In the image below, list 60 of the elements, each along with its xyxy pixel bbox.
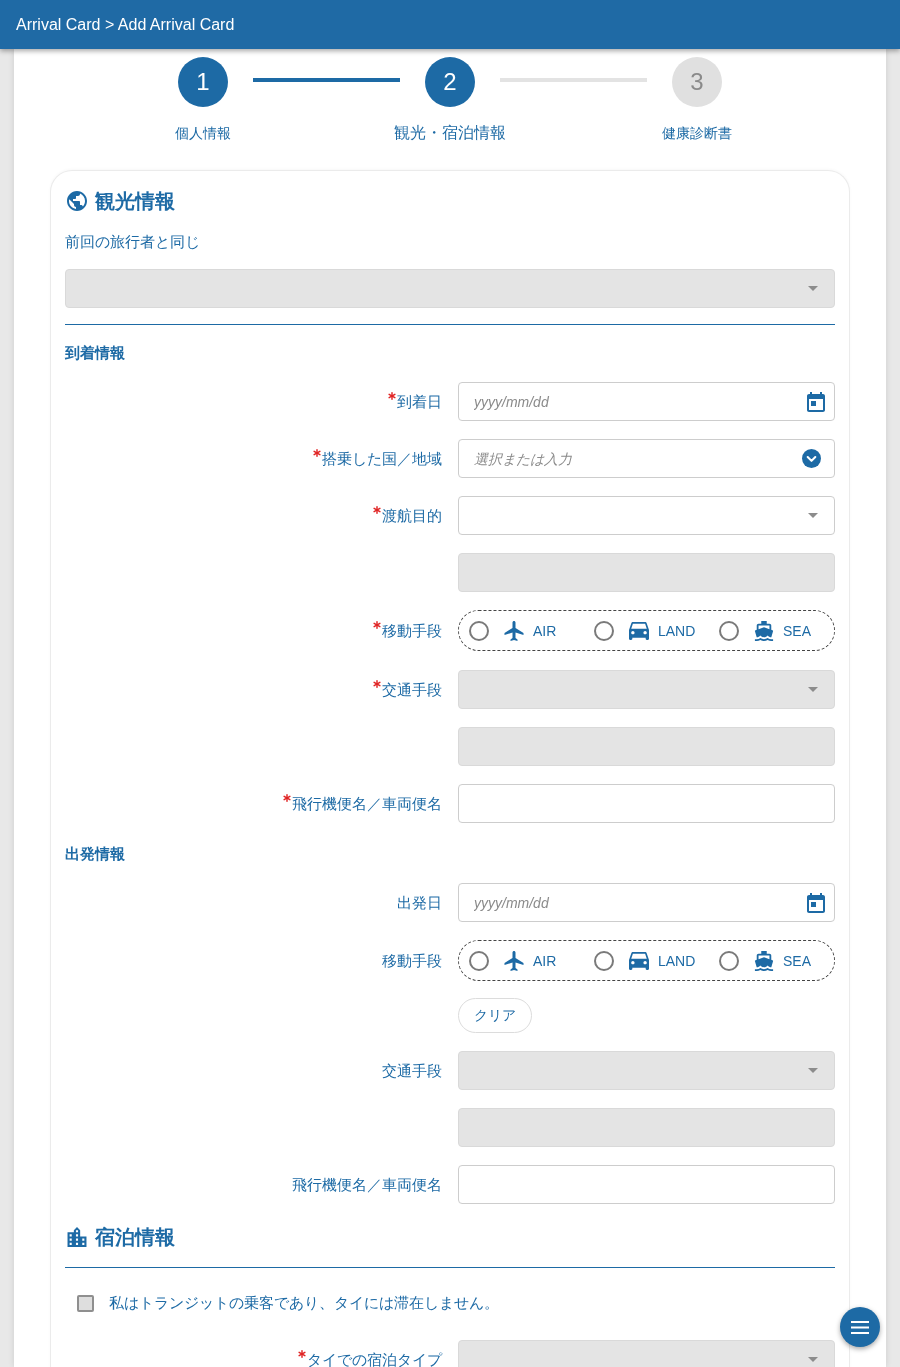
caret-icon <box>808 687 818 692</box>
radio-button[interactable] <box>719 950 739 971</box>
airplane-icon <box>504 950 524 971</box>
calendar-icon[interactable] <box>807 892 825 913</box>
car-icon <box>629 620 649 641</box>
radio-button[interactable] <box>469 950 489 971</box>
radio-button[interactable] <box>594 620 614 641</box>
caret-icon <box>808 1068 818 1073</box>
radio-label[interactable]: SEA <box>783 952 811 969</box>
checkbox[interactable] <box>77 1294 94 1312</box>
airplane-icon <box>504 620 524 641</box>
step-label: 個人情報 <box>175 124 231 142</box>
date-input[interactable]: yyyy/mm/dd <box>458 382 835 421</box>
field-label: 飛行機便名／車両便名 <box>292 1174 442 1195</box>
clear-button[interactable]: クリア <box>458 998 532 1033</box>
field-caption: 前回の旅行者と同じ <box>65 233 200 250</box>
radio-label[interactable]: AIR <box>533 952 557 969</box>
buildings-icon <box>67 1227 87 1247</box>
radio-label[interactable]: AIR <box>533 622 557 639</box>
radio-label[interactable]: LAND <box>658 622 696 639</box>
field-label: 到着日 <box>397 391 442 412</box>
chevron-down-icon[interactable] <box>802 449 821 468</box>
caret-icon <box>808 286 818 291</box>
calendar-icon[interactable] <box>807 391 825 412</box>
menu-icon <box>851 1320 869 1334</box>
radio-button[interactable] <box>469 620 489 641</box>
text-input[interactable] <box>458 1165 835 1204</box>
text-input[interactable] <box>458 784 835 823</box>
field-label: 搭乗した国／地域 <box>322 448 442 469</box>
field-label: 出発日 <box>397 892 442 913</box>
step-number-circle: 2 <box>425 57 475 107</box>
radio-label[interactable]: LAND <box>658 952 696 969</box>
field-label: 移動手段 <box>382 620 442 641</box>
breadcrumb-title: Arrival Card > Add Arrival Card <box>16 15 235 34</box>
car-icon <box>629 950 649 971</box>
field-label: 交通手段 <box>382 1060 442 1081</box>
date-input[interactable]: yyyy/mm/dd <box>458 883 835 922</box>
step-label: 観光・宿泊情報 <box>394 123 506 143</box>
field-label: 交通手段 <box>382 679 442 700</box>
group-heading: 出発情報 <box>65 845 125 862</box>
ship-icon <box>754 950 774 971</box>
group-heading: 到着情報 <box>65 344 125 361</box>
caret-icon <box>808 513 818 518</box>
step-number-circle: 1 <box>178 57 228 107</box>
ship-icon <box>754 620 774 641</box>
field-label: 移動手段 <box>382 950 442 971</box>
radio-button[interactable] <box>594 950 614 971</box>
field-label: 渡航目的 <box>382 505 442 526</box>
combo-box[interactable]: 選択または入力 <box>458 439 835 478</box>
radio-label[interactable]: SEA <box>783 622 811 639</box>
field-label: タイでの宿泊タイプ <box>307 1349 442 1367</box>
checkbox-label[interactable]: 私はトランジットの乗客であり、タイには滞在しません。 <box>109 1293 499 1313</box>
caret-icon <box>808 1357 818 1362</box>
globe-icon <box>67 191 87 211</box>
step-number-circle: 3 <box>672 57 722 107</box>
step-label: 健康診断書 <box>662 124 732 142</box>
radio-button[interactable] <box>719 620 739 641</box>
section-heading: 観光情報 <box>95 189 175 213</box>
field-label: 飛行機便名／車両便名 <box>292 793 442 814</box>
section-heading: 宿泊情報 <box>95 1225 175 1249</box>
